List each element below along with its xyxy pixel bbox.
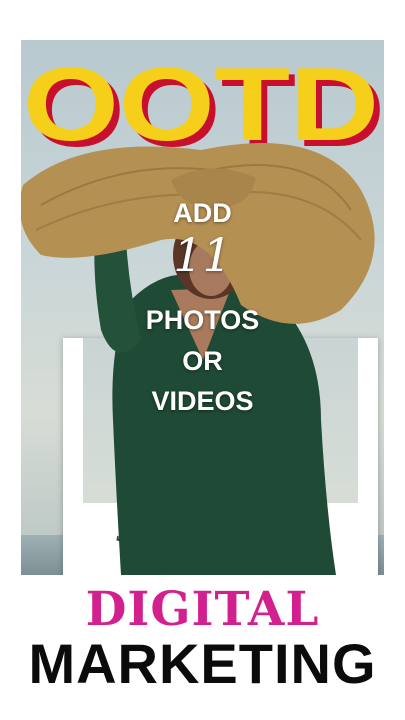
story-template[interactable]: OOTD OOTD Summer Outfit ADD 11 PHOTOS OR… xyxy=(21,40,384,575)
overlay-videos-text: VIDEOS xyxy=(151,386,254,416)
overlay-count: 11 xyxy=(173,228,232,282)
overlay-add-text: ADD xyxy=(173,198,232,228)
footer-digital: DIGITAL xyxy=(85,582,320,637)
footer-marketing: MARKETING xyxy=(28,632,377,695)
overlay-photos-text: PHOTOS xyxy=(145,305,260,335)
overlay-or-text: OR xyxy=(182,346,223,376)
